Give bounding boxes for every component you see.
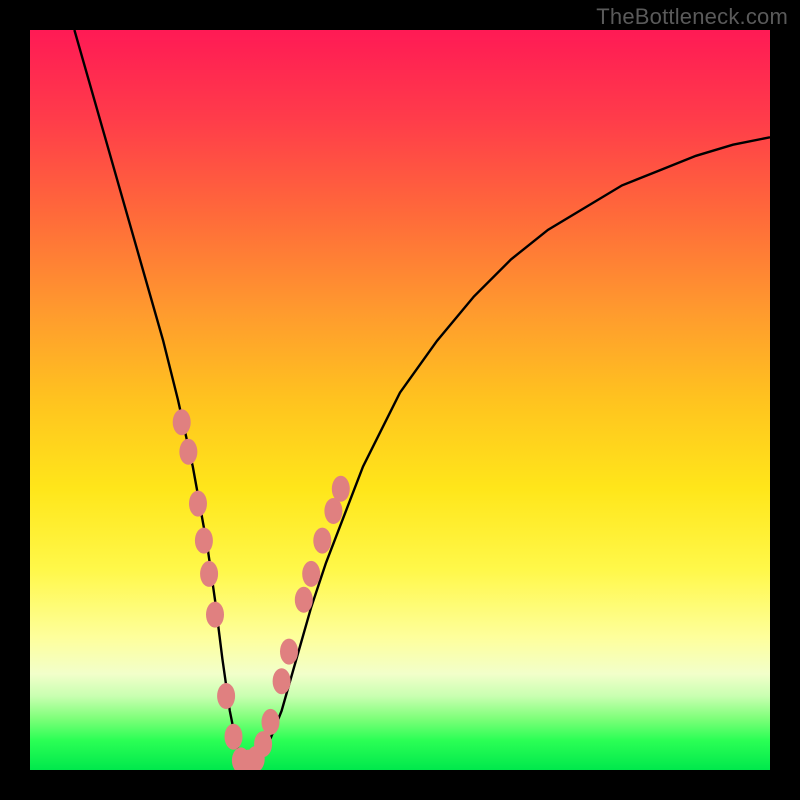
bottleneck-curve xyxy=(74,30,770,763)
curve-marker xyxy=(324,498,342,524)
curve-marker xyxy=(179,439,197,465)
chart-frame: TheBottleneck.com xyxy=(0,0,800,800)
curve-marker xyxy=(302,561,320,587)
watermark-text: TheBottleneck.com xyxy=(596,4,788,30)
curve-marker xyxy=(225,724,243,750)
curve-marker xyxy=(200,561,218,587)
curve-marker xyxy=(295,587,313,613)
curve-marker xyxy=(313,528,331,554)
curve-marker xyxy=(262,709,280,735)
curve-marker xyxy=(189,491,207,517)
curve-marker xyxy=(195,528,213,554)
curve-marker xyxy=(273,668,291,694)
curve-marker xyxy=(280,639,298,665)
curve-marker xyxy=(254,731,272,757)
curve-marker xyxy=(206,602,224,628)
plot-area xyxy=(30,30,770,770)
curve-marker xyxy=(217,683,235,709)
curve-marker xyxy=(332,476,350,502)
curve-marker xyxy=(173,409,191,435)
markers-group xyxy=(173,409,350,770)
curve-svg xyxy=(30,30,770,770)
